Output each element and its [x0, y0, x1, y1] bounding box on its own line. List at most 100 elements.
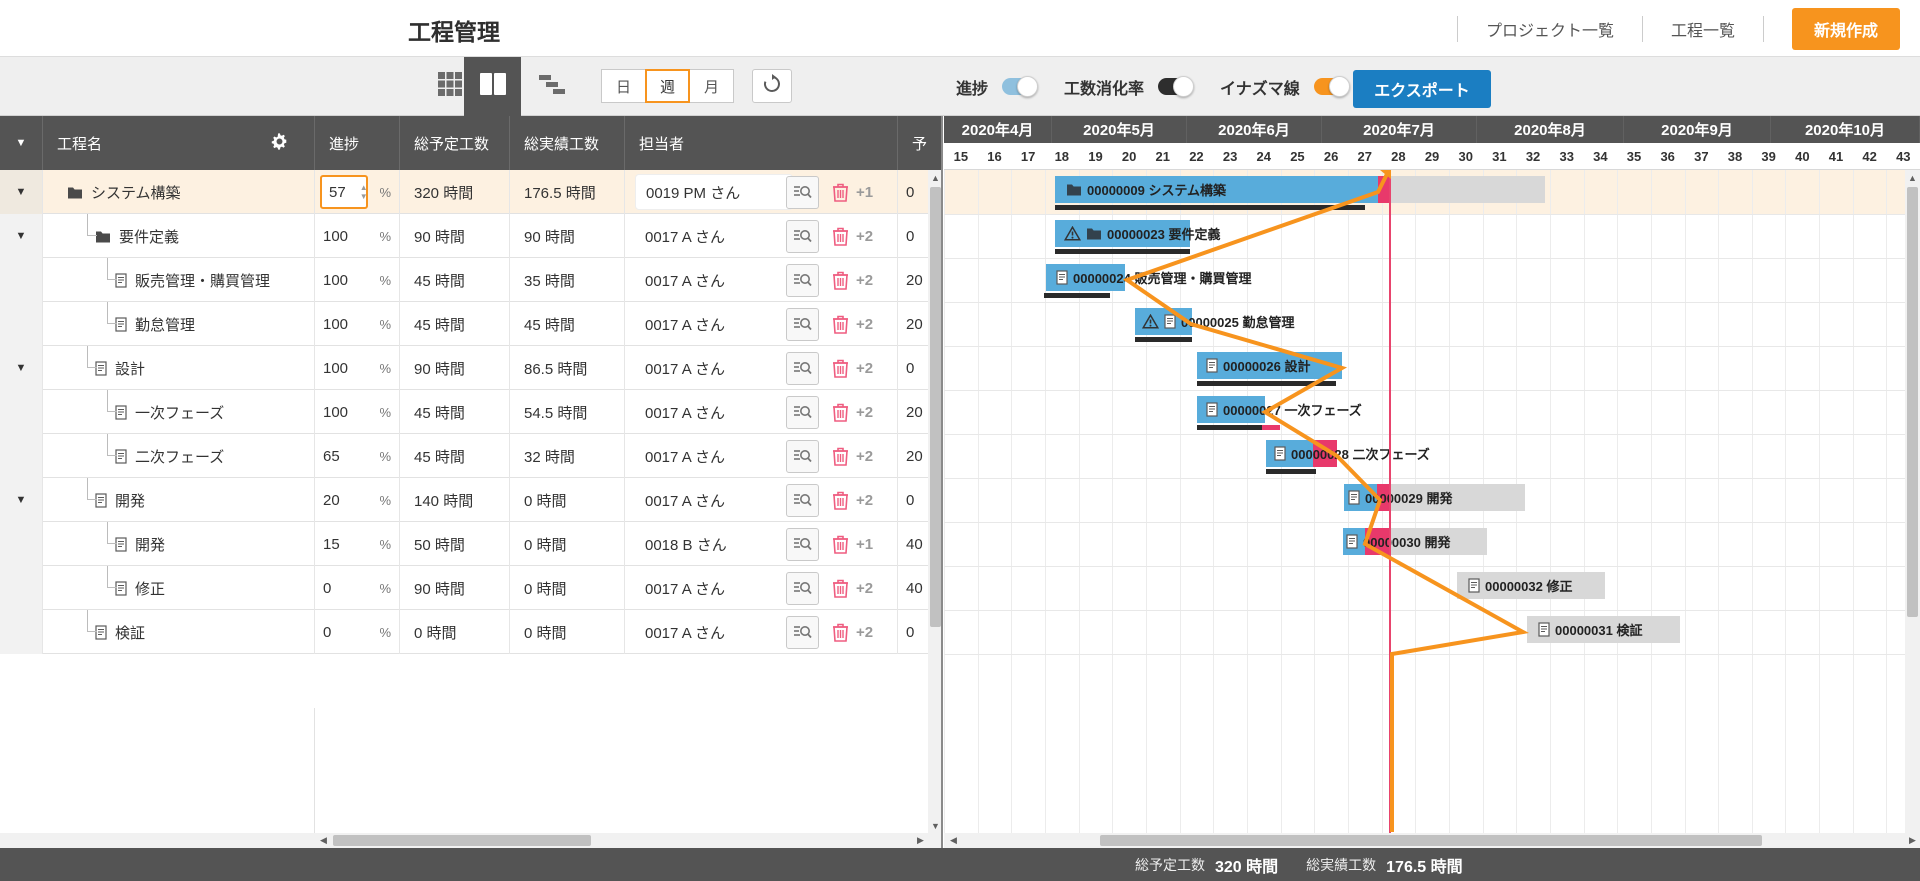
table-horizontal-scrollbar[interactable]: ◀ ▶ [0, 833, 943, 848]
assignee-cell[interactable]: 0017 A さん +2 [625, 478, 898, 522]
assignee-cell[interactable]: 0017 A さん +2 [625, 566, 898, 610]
delete-row-button[interactable] [828, 267, 852, 293]
create-new-button[interactable]: 新規作成 [1791, 7, 1900, 50]
task-name-cell[interactable]: 開発 [43, 522, 315, 566]
row-expander[interactable] [0, 258, 43, 302]
row-expander[interactable]: ▼ [0, 478, 43, 522]
delete-row-button[interactable] [828, 179, 852, 205]
add-child-button[interactable]: +2 [856, 272, 873, 289]
add-child-button[interactable]: +2 [856, 448, 873, 465]
delete-row-button[interactable] [828, 443, 852, 469]
table-row[interactable]: 販売管理・購買管理 100% 45 時間 35 時間 0017 A さん +2 20 [0, 258, 943, 302]
delete-row-button[interactable] [828, 355, 852, 381]
lightning-line-toggle[interactable] [1313, 76, 1350, 97]
gantt-vertical-scrollbar[interactable]: ▲ [1905, 170, 1920, 833]
scroll-right-arrow[interactable]: ▶ [913, 833, 928, 848]
link-process-list[interactable]: 工程一覧 [1643, 17, 1763, 41]
assignee-search-button[interactable] [786, 219, 819, 253]
scrollbar-thumb[interactable] [1907, 187, 1918, 617]
task-name-cell[interactable]: 販売管理・購買管理 [43, 258, 315, 302]
table-row[interactable]: ▼ 開発 20% 140 時間 0 時間 0017 A さん +2 0 [0, 478, 943, 522]
row-expander[interactable] [0, 522, 43, 566]
progress-cell[interactable]: 100% [315, 214, 400, 258]
row-expander[interactable] [0, 610, 43, 654]
delete-row-button[interactable] [828, 311, 852, 337]
add-child-button[interactable]: +2 [856, 492, 873, 509]
period-day-button[interactable]: 日 [601, 69, 646, 103]
progress-cell[interactable]: 100% [315, 258, 400, 302]
assignee-cell[interactable]: 0019 PM さん +1 [625, 170, 898, 214]
table-row[interactable]: 修正 0% 90 時間 0 時間 0017 A さん +2 40 [0, 566, 943, 610]
add-child-button[interactable]: +2 [856, 228, 873, 245]
assignee-search-button[interactable] [786, 439, 819, 473]
assignee-search-button[interactable] [786, 351, 819, 385]
row-expander[interactable]: ▼ [0, 170, 43, 214]
progress-cell[interactable]: 100% [315, 346, 400, 390]
scrollbar-thumb[interactable] [930, 187, 941, 627]
add-child-button[interactable]: +2 [856, 404, 873, 421]
table-row[interactable]: 開発 15% 50 時間 0 時間 0018 B さん +1 40 [0, 522, 943, 566]
progress-cell[interactable]: 0% [315, 610, 400, 654]
table-row[interactable]: ▼ 設計 100% 90 時間 86.5 時間 0017 A さん +2 0 [0, 346, 943, 390]
link-project-list[interactable]: プロジェクト一覧 [1458, 17, 1642, 41]
period-month-button[interactable]: 月 [689, 69, 734, 103]
assignee-cell[interactable]: 0017 A さん +2 [625, 302, 898, 346]
assignee-cell[interactable]: 0017 A さん +2 [625, 346, 898, 390]
effort-rate-toggle[interactable] [1158, 76, 1195, 97]
task-name-cell[interactable]: 一次フェーズ [43, 390, 315, 434]
progress-cell[interactable]: 65% [315, 434, 400, 478]
progress-input[interactable]: 57 ▲ ▼ [320, 175, 368, 209]
task-name-cell[interactable]: 二次フェーズ [43, 434, 315, 478]
assignee-search-button[interactable] [786, 527, 819, 561]
row-expander[interactable] [0, 302, 43, 346]
assignee-input[interactable]: 0019 PM さん [635, 174, 793, 210]
table-row[interactable]: 検証 0% 0 時間 0 時間 0017 A さん +2 0 [0, 610, 943, 654]
add-child-button[interactable]: +2 [856, 580, 873, 597]
task-name-cell[interactable]: 開発 [43, 478, 315, 522]
gantt-horizontal-scrollbar[interactable]: ◀ ▶ [944, 833, 1920, 848]
progress-cell[interactable]: 0% [315, 566, 400, 610]
task-name-cell[interactable]: 勤怠管理 [43, 302, 315, 346]
add-child-button[interactable]: +1 [856, 184, 873, 201]
assignee-search-button[interactable] [786, 263, 819, 297]
progress-cell[interactable]: 15% [315, 522, 400, 566]
delete-row-button[interactable] [828, 575, 852, 601]
view-wbs-button[interactable] [523, 57, 580, 116]
table-row[interactable]: 二次フェーズ 65% 45 時間 32 時間 0017 A さん +2 20 [0, 434, 943, 478]
table-row[interactable]: ▼ 要件定義 100% 90 時間 90 時間 0017 A さん +2 0 [0, 214, 943, 258]
assignee-search-button[interactable] [786, 175, 819, 209]
row-expander[interactable]: ▼ [0, 214, 43, 258]
gantt-bar-segment[interactable] [1390, 176, 1545, 203]
delete-row-button[interactable] [828, 487, 852, 513]
task-name-cell[interactable]: 検証 [43, 610, 315, 654]
progress-cell[interactable]: 100% [315, 302, 400, 346]
add-child-button[interactable]: +2 [856, 316, 873, 333]
progress-cell[interactable]: 20% [315, 478, 400, 522]
export-button[interactable]: エクスポート [1353, 70, 1491, 108]
assignee-search-button[interactable] [786, 571, 819, 605]
period-week-button[interactable]: 週 [645, 69, 690, 103]
scroll-up-arrow[interactable]: ▲ [1905, 170, 1920, 185]
delete-row-button[interactable] [828, 619, 852, 645]
add-child-button[interactable]: +2 [856, 624, 873, 641]
assignee-cell[interactable]: 0017 A さん +2 [625, 390, 898, 434]
scroll-left-arrow[interactable]: ◀ [316, 833, 331, 848]
progress-cell[interactable]: 100% [315, 390, 400, 434]
progress-toggle[interactable] [1002, 76, 1039, 97]
row-expander[interactable] [0, 566, 43, 610]
delete-row-button[interactable] [828, 223, 852, 249]
row-expander[interactable] [0, 390, 43, 434]
table-row[interactable]: ▼ システム構築 57 ▲ ▼% 320 時間 176.5 時間 0019 PM さん +1 0 [0, 170, 943, 214]
header-expander-col[interactable]: ▼ [0, 116, 43, 170]
assignee-search-button[interactable] [786, 307, 819, 341]
add-child-button[interactable]: +1 [856, 536, 873, 553]
refresh-button[interactable] [752, 69, 792, 103]
task-name-cell[interactable]: 修正 [43, 566, 315, 610]
task-name-cell[interactable]: 要件定義 [43, 214, 315, 258]
assignee-search-button[interactable] [786, 395, 819, 429]
scrollbar-thumb[interactable] [333, 835, 591, 846]
row-expander[interactable]: ▼ [0, 346, 43, 390]
add-child-button[interactable]: +2 [856, 360, 873, 377]
scroll-left-arrow[interactable]: ◀ [946, 833, 961, 848]
assignee-cell[interactable]: 0017 A さん +2 [625, 434, 898, 478]
